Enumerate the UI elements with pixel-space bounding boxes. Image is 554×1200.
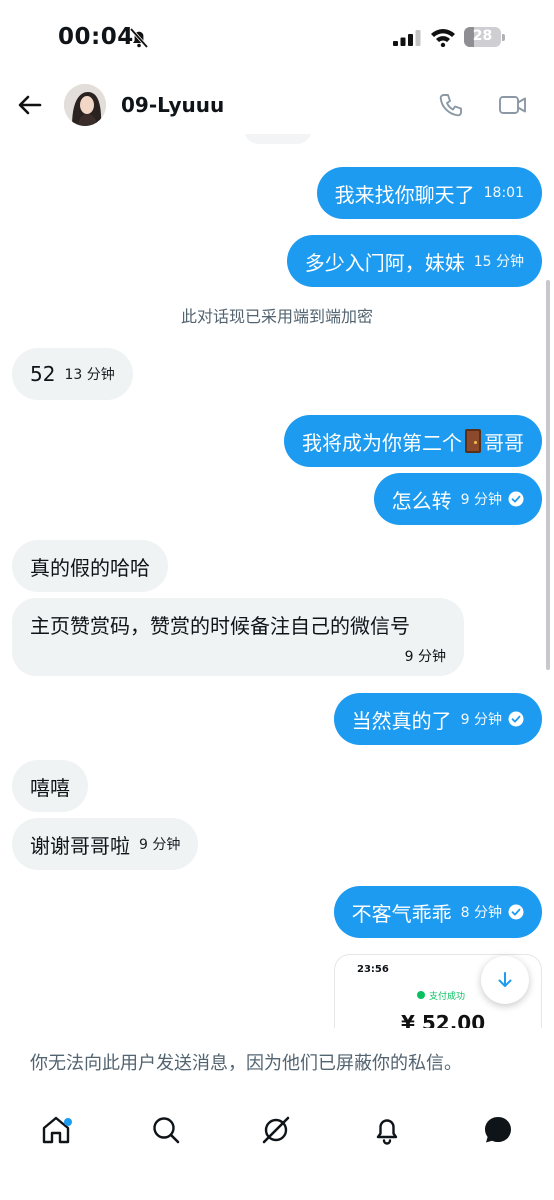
message-outgoing[interactable]: 不客气乖乖 8 分钟 — [333, 886, 542, 938]
message-text: 我来找你聊天了 — [334, 182, 475, 207]
message-time: 9 分钟 — [139, 837, 181, 853]
tab-home[interactable] — [34, 1108, 78, 1152]
chat-header: 09-Lyuuu — [0, 76, 554, 134]
scrollbar[interactable] — [546, 280, 550, 670]
payment-status: 支付成功 — [429, 992, 466, 1002]
message-outgoing[interactable]: 我将成为你第二个 哥哥 — [284, 415, 542, 467]
cellular-signal-icon — [393, 30, 421, 46]
message-text: 多少入门阿，妹妹 — [304, 250, 465, 275]
message-text: 哥哥 — [484, 430, 524, 455]
battery-indicator: 28 — [464, 27, 506, 47]
read-check-icon — [508, 904, 524, 920]
message-outgoing[interactable]: 多少入门阿，妹妹 15 分钟 — [286, 235, 542, 287]
message-incoming[interactable]: 主页赞赏码，赞赏的时候备注自己的微信号 9 分钟 — [12, 598, 464, 676]
message-incoming[interactable]: 嘻嘻 — [12, 760, 88, 812]
status-bar: 00:04 28 — [0, 0, 554, 76]
contact-name[interactable]: 09-Lyuuu — [121, 93, 224, 117]
message-text: 我将成为你第二个 — [302, 430, 462, 455]
message-outgoing[interactable]: 当然真的了 9 分钟 — [333, 693, 542, 745]
message-time: 8 分钟 — [460, 905, 502, 921]
scroll-to-bottom-button[interactable] — [481, 956, 529, 1004]
message-outgoing[interactable]: 怎么转 9 分钟 — [373, 473, 542, 525]
chat-thread[interactable]: 昨天 我来找你聊天了 18:01 多少入门阿，妹妹 15 分钟 此对话现已采用端… — [0, 110, 554, 1030]
message-text: 谢谢哥哥啦 — [30, 833, 130, 858]
grok-icon — [262, 1116, 290, 1144]
bell-off-icon — [129, 27, 149, 49]
bell-icon — [376, 1119, 398, 1145]
message-text: 当然真的了 — [351, 708, 452, 733]
battery-percent: 28 — [472, 28, 493, 44]
message-time: 18:01 — [483, 185, 524, 201]
message-time: 15 分钟 — [473, 254, 524, 270]
message-incoming[interactable]: 谢谢哥哥啦 9 分钟 — [12, 818, 199, 870]
message-text: 真的假的哈哈 — [30, 555, 150, 580]
read-check-icon — [508, 711, 524, 727]
tab-notifications[interactable] — [365, 1108, 409, 1152]
door-emoji-icon — [465, 429, 481, 453]
status-time: 00:04 — [58, 24, 134, 50]
message-time: 9 分钟 — [404, 649, 446, 665]
tab-search[interactable] — [144, 1108, 188, 1152]
message-time: 9 分钟 — [460, 492, 502, 508]
avatar[interactable] — [64, 84, 106, 126]
search-icon — [153, 1117, 180, 1144]
message-text: 主页赞赏码，赞赏的时候备注自己的微信号 — [30, 614, 410, 638]
blocked-message-notice: 你无法向此用户发送消息，因为他们已屏蔽你的私信。 — [0, 1028, 554, 1090]
video-camera-icon[interactable] — [498, 92, 528, 118]
tab-messages[interactable] — [476, 1108, 520, 1152]
payment-screenshot-time: 23:56 — [357, 964, 389, 975]
message-text: 怎么转 — [391, 488, 452, 513]
payment-success-icon — [417, 991, 425, 999]
message-time: 13 分钟 — [64, 367, 115, 383]
back-arrow-icon[interactable] — [16, 91, 44, 119]
message-incoming[interactable]: 52 13 分钟 — [12, 348, 133, 400]
message-outgoing[interactable]: 我来找你聊天了 18:01 — [316, 167, 542, 219]
phone-icon[interactable] — [438, 92, 464, 118]
encryption-notice: 此对话现已采用端到端加密 — [180, 307, 373, 326]
bottom-tab-bar — [0, 1094, 554, 1200]
message-time: 9 分钟 — [460, 712, 502, 728]
message-text: 52 — [30, 362, 56, 386]
wifi-icon — [431, 29, 455, 47]
read-check-icon — [508, 491, 524, 507]
arrow-down-icon — [498, 972, 512, 987]
notification-dot — [64, 1118, 72, 1126]
messages-icon — [485, 1117, 511, 1143]
message-incoming[interactable]: 真的假的哈哈 — [12, 540, 168, 592]
message-text: 嘻嘻 — [30, 775, 70, 800]
message-text: 不客气乖乖 — [351, 901, 452, 926]
tab-grok[interactable] — [254, 1108, 298, 1152]
